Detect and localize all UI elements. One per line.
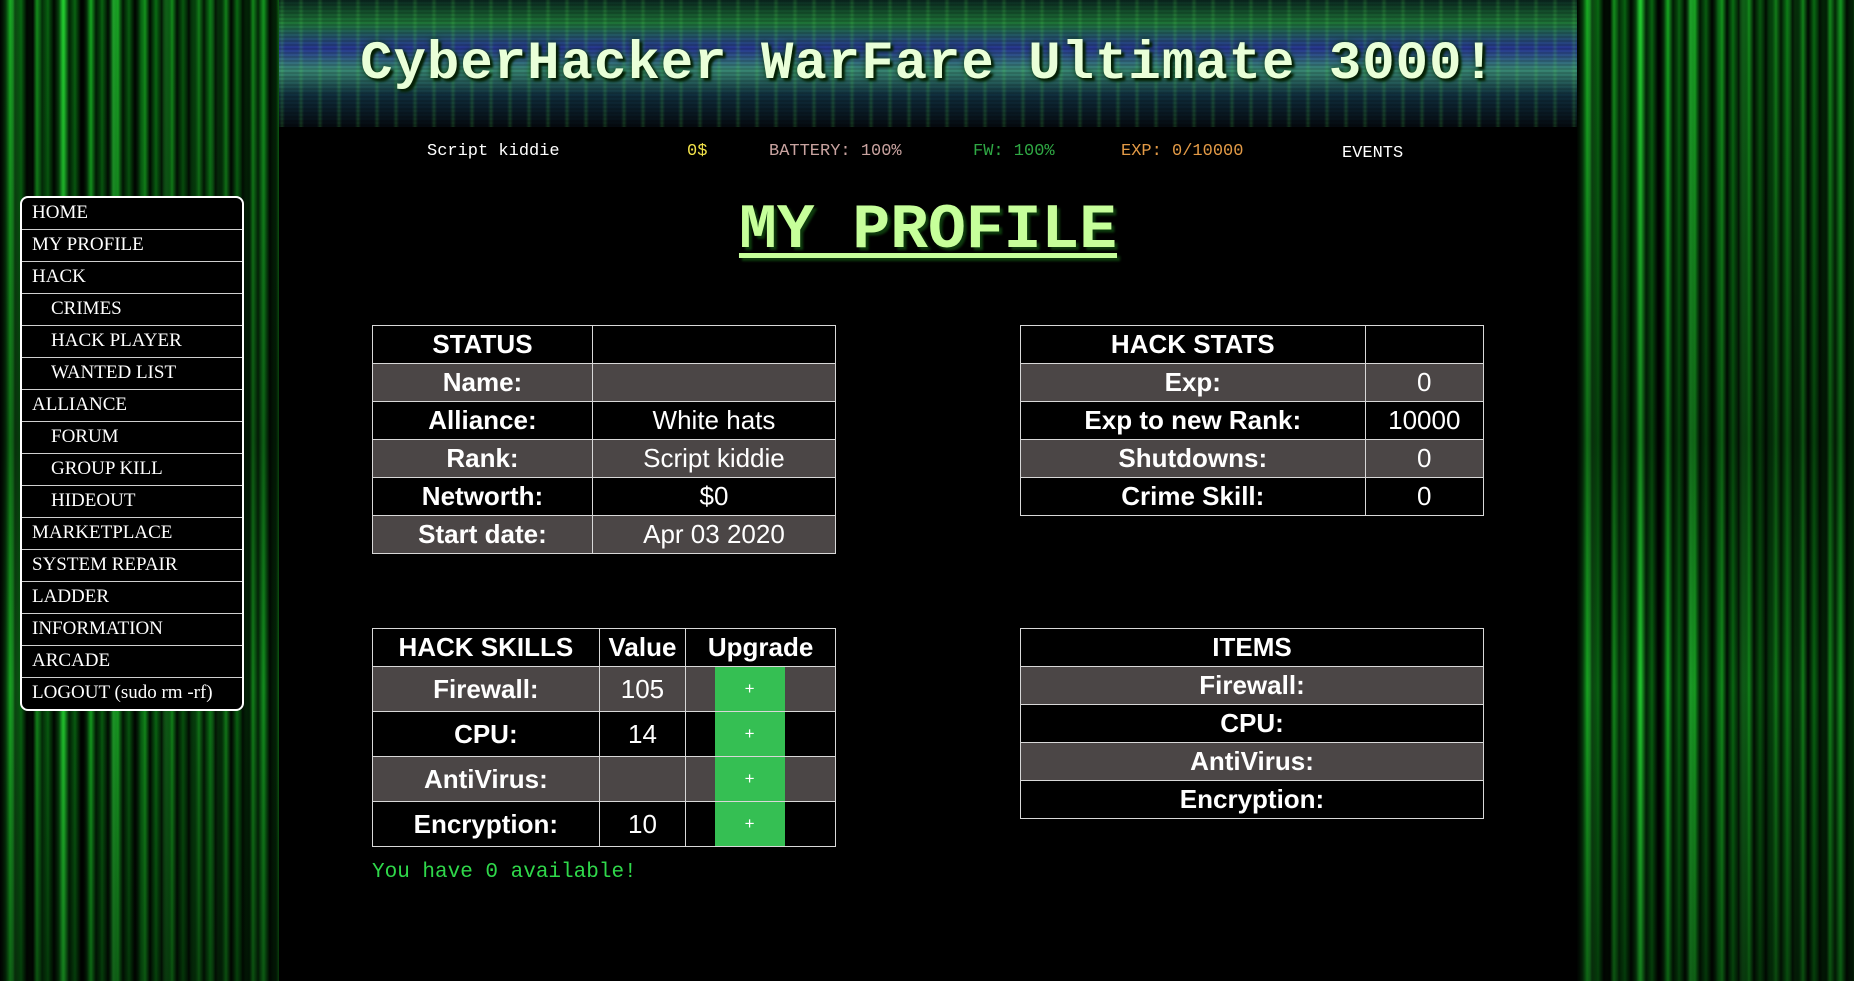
status-money: 0$: [687, 142, 708, 161]
value-header: Value: [598, 628, 687, 667]
status-battery: BATTERY: 100%: [769, 142, 902, 161]
nav-item-forum[interactable]: FORUM: [22, 422, 242, 454]
skill-label: Encryption:: [372, 801, 600, 847]
skill-label: AntiVirus:: [372, 756, 600, 802]
table-row: Start date: Apr 03 2020: [372, 515, 837, 554]
nav-item-marketplace[interactable]: MARKETPLACE: [22, 518, 242, 550]
table-row: CPU: 14 +: [372, 711, 836, 757]
upgrade-antivirus-button[interactable]: +: [714, 757, 785, 801]
events-link[interactable]: EVENTS: [1342, 144, 1403, 163]
table-row: Name:: [372, 363, 837, 402]
table-row: AntiVirus: +: [372, 756, 836, 802]
available-points-text: You have 0 available!: [372, 861, 637, 884]
table-row: Firewall:: [1020, 666, 1484, 705]
table-row: CPU:: [1020, 704, 1484, 743]
hack-skills-header: HACK SKILLS: [372, 628, 600, 667]
stat-label: Crime Skill:: [1020, 477, 1366, 516]
table-row: Rank: Script kiddie: [372, 439, 837, 478]
status-bar: Script kiddie 0$ BATTERY: 100% FW: 100% …: [279, 140, 1577, 164]
status-exp: EXP: 0/10000: [1121, 142, 1244, 161]
status-value: White hats: [591, 401, 837, 440]
nav-item-arcade[interactable]: ARCADE: [22, 646, 242, 678]
status-label: Start date:: [372, 515, 593, 554]
nav-item-group-kill[interactable]: GROUP KILL: [22, 454, 242, 486]
hack-stats-table: HACK STATS Exp: 0 Exp to new Rank: 10000…: [1020, 325, 1485, 516]
banner-title: CyberHacker WarFare Ultimate 3000!: [360, 34, 1496, 95]
status-label: Alliance:: [372, 401, 593, 440]
upgrade-encryption-button[interactable]: +: [714, 802, 785, 846]
status-header: STATUS: [372, 325, 593, 364]
table-row: Encryption:: [1020, 780, 1484, 819]
nav-item-home[interactable]: HOME: [22, 198, 242, 230]
status-label: Name:: [372, 363, 593, 402]
hack-skills-table: HACK SKILLS Value Upgrade Firewall: 105 …: [372, 628, 836, 847]
table-row: Encryption: 10 +: [372, 801, 836, 847]
hack-stats-header: HACK STATS: [1020, 325, 1366, 364]
skill-value: 105: [598, 666, 687, 712]
skill-value: 10: [598, 801, 687, 847]
nav-item-hideout[interactable]: HIDEOUT: [22, 486, 242, 518]
stat-value: 10000: [1364, 401, 1485, 440]
status-label: Rank:: [372, 439, 593, 478]
item-label: CPU:: [1020, 704, 1484, 743]
table-row: Networth: $0: [372, 477, 837, 516]
stat-value: 0: [1364, 477, 1485, 516]
stat-value: 0: [1364, 439, 1485, 478]
stat-label: Exp to new Rank:: [1020, 401, 1366, 440]
upgrade-cpu-button[interactable]: +: [714, 712, 785, 756]
status-rank: Script kiddie: [427, 142, 560, 161]
table-row: Firewall: 105 +: [372, 666, 836, 712]
status-value: $0: [591, 477, 837, 516]
status-table: STATUS Name: Alliance: White hats Rank: …: [372, 325, 837, 554]
stat-label: Exp:: [1020, 363, 1366, 402]
item-label: AntiVirus:: [1020, 742, 1484, 781]
stat-value: 0: [1364, 363, 1485, 402]
items-table: ITEMS Firewall: CPU: AntiVirus: Encrypti…: [1020, 628, 1484, 819]
status-value: Apr 03 2020: [591, 515, 837, 554]
table-row: Exp: 0: [1020, 363, 1485, 402]
table-row: Exp to new Rank: 10000: [1020, 401, 1485, 440]
status-value: [591, 363, 837, 402]
nav-item-wanted-list[interactable]: WANTED LIST: [22, 358, 242, 390]
right-background: [1577, 0, 1854, 981]
status-firewall: FW: 100%: [973, 142, 1055, 161]
nav-item-hack-player[interactable]: HACK PLAYER: [22, 326, 242, 358]
nav-item-hack[interactable]: HACK: [22, 262, 242, 294]
skill-value: [598, 756, 687, 802]
status-value: Script kiddie: [591, 439, 837, 478]
nav-item-information[interactable]: INFORMATION: [22, 614, 242, 646]
table-row: Shutdowns: 0: [1020, 439, 1485, 478]
upgrade-header: Upgrade: [685, 628, 836, 667]
table-row: Alliance: White hats: [372, 401, 837, 440]
page-title: MY PROFILE: [738, 195, 1118, 266]
stat-label: Shutdowns:: [1020, 439, 1366, 478]
skill-value: 14: [598, 711, 687, 757]
skill-label: Firewall:: [372, 666, 600, 712]
nav-item-crimes[interactable]: CRIMES: [22, 294, 242, 326]
nav-item-ladder[interactable]: LADDER: [22, 582, 242, 614]
main-content: CyberHacker WarFare Ultimate 3000! Scrip…: [279, 0, 1577, 981]
item-label: Encryption:: [1020, 780, 1484, 819]
nav-item-alliance[interactable]: ALLIANCE: [22, 390, 242, 422]
item-label: Firewall:: [1020, 666, 1484, 705]
banner: CyberHacker WarFare Ultimate 3000!: [279, 0, 1577, 127]
skill-label: CPU:: [372, 711, 600, 757]
nav-item-my-profile[interactable]: MY PROFILE: [22, 230, 242, 262]
table-row: Crime Skill: 0: [1020, 477, 1485, 516]
items-header: ITEMS: [1020, 628, 1484, 667]
status-label: Networth:: [372, 477, 593, 516]
nav-item-logout[interactable]: LOGOUT (sudo rm -rf): [22, 678, 242, 709]
nav-menu: HOME MY PROFILE HACK CRIMES HACK PLAYER …: [20, 196, 244, 711]
upgrade-firewall-button[interactable]: +: [714, 667, 785, 711]
nav-item-system-repair[interactable]: SYSTEM REPAIR: [22, 550, 242, 582]
table-row: AntiVirus:: [1020, 742, 1484, 781]
